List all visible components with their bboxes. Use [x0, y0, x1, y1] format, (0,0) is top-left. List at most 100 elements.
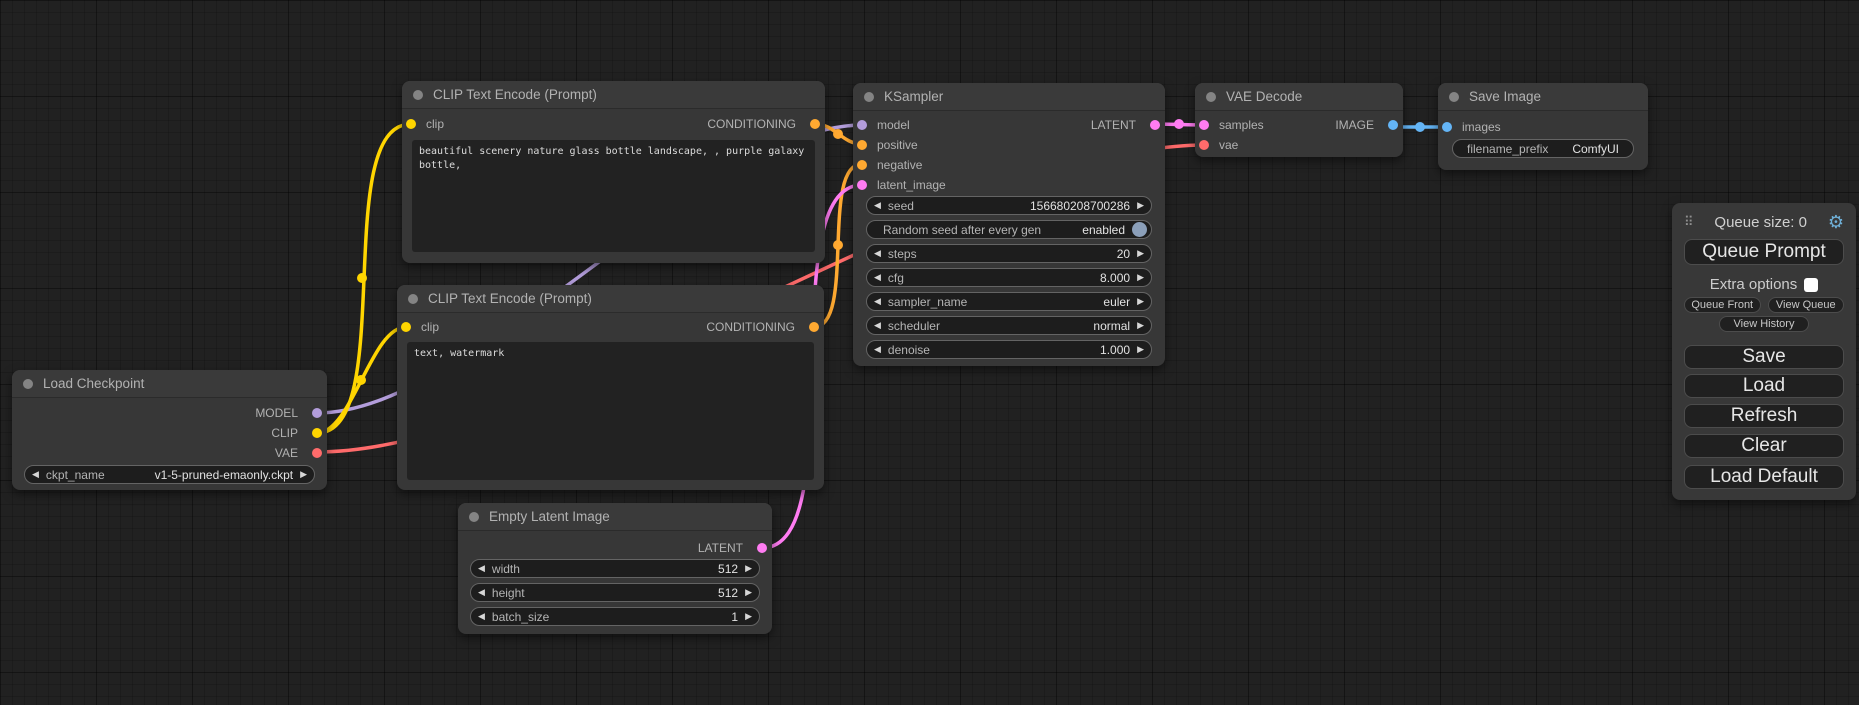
decrement-arrow-icon[interactable]: ◀ [874, 273, 881, 282]
collapse-icon[interactable] [413, 90, 423, 100]
decrement-arrow-icon[interactable]: ◀ [874, 297, 881, 306]
widget-label: filename_prefix [1467, 142, 1548, 156]
latent-output-slot[interactable] [1150, 120, 1160, 130]
decrement-arrow-icon[interactable]: ◀ [478, 612, 485, 621]
node-title-bar[interactable]: Load Checkpoint [12, 370, 327, 398]
sampler-name-widget[interactable]: ◀ sampler_name euler ▶ [866, 292, 1152, 311]
clip-input-slot[interactable] [406, 119, 416, 129]
refresh-button[interactable]: Refresh [1684, 404, 1844, 428]
node-empty-latent-image[interactable]: Empty Latent Image LATENT ◀ width 512 ▶ … [458, 503, 772, 634]
negative-prompt-textarea[interactable]: text, watermark [407, 342, 814, 480]
increment-arrow-icon[interactable]: ▶ [745, 612, 752, 621]
increment-arrow-icon[interactable]: ▶ [1137, 201, 1144, 210]
conditioning-output-slot[interactable] [809, 322, 819, 332]
clip-input-slot[interactable] [401, 322, 411, 332]
positive-input-slot[interactable] [857, 140, 867, 150]
slot-row: vae [1195, 135, 1403, 155]
drag-handle-icon[interactable]: ⠿ [1684, 214, 1694, 230]
increment-arrow-icon[interactable]: ▶ [300, 470, 307, 479]
node-title: VAE Decode [1226, 89, 1302, 104]
widget-value: enabled [1082, 223, 1125, 237]
node-title: Empty Latent Image [489, 509, 610, 524]
increment-arrow-icon[interactable]: ▶ [1137, 297, 1144, 306]
node-title: KSampler [884, 89, 943, 104]
clip-output-slot[interactable] [312, 428, 322, 438]
save-button[interactable]: Save [1684, 345, 1844, 369]
denoise-widget[interactable]: ◀ denoise 1.000 ▶ [866, 340, 1152, 359]
increment-arrow-icon[interactable]: ▶ [1137, 321, 1144, 330]
node-load-checkpoint[interactable]: Load Checkpoint MODEL CLIP VAE ◀ ckpt_na… [12, 370, 327, 490]
seed-widget[interactable]: ◀ seed 156680208700286 ▶ [866, 196, 1152, 215]
vae-input-slot[interactable] [1199, 140, 1209, 150]
increment-arrow-icon[interactable]: ▶ [1137, 249, 1144, 258]
images-input-slot[interactable] [1442, 122, 1452, 132]
filename-prefix-widget[interactable]: filename_prefix ComfyUI [1452, 139, 1634, 158]
collapse-icon[interactable] [408, 294, 418, 304]
collapse-icon[interactable] [23, 379, 33, 389]
node-clip-text-encode-negative[interactable]: CLIP Text Encode (Prompt) clip CONDITION… [397, 285, 824, 490]
widget-value: 1.000 [1100, 343, 1130, 357]
node-title-bar[interactable]: CLIP Text Encode (Prompt) [397, 285, 824, 313]
vae-output-slot[interactable] [312, 448, 322, 458]
node-vae-decode[interactable]: VAE Decode samples IMAGE vae [1195, 83, 1403, 157]
view-history-button[interactable]: View History [1719, 316, 1809, 332]
node-title-bar[interactable]: Save Image [1438, 83, 1648, 111]
view-queue-button[interactable]: View Queue [1768, 297, 1845, 313]
node-title-bar[interactable]: Empty Latent Image [458, 503, 772, 531]
load-button[interactable]: Load [1684, 374, 1844, 398]
random-seed-widget[interactable]: Random seed after every gen enabled [866, 220, 1152, 239]
model-input-slot[interactable] [857, 120, 867, 130]
link-midpoint-dot [356, 375, 366, 385]
node-save-image[interactable]: Save Image images filename_prefix ComfyU… [1438, 83, 1648, 170]
gear-icon[interactable]: ⚙ [1828, 213, 1844, 231]
conditioning-output-slot[interactable] [810, 119, 820, 129]
cfg-widget[interactable]: ◀ cfg 8.000 ▶ [866, 268, 1152, 287]
increment-arrow-icon[interactable]: ▶ [1137, 345, 1144, 354]
node-title-bar[interactable]: VAE Decode [1195, 83, 1403, 111]
scheduler-widget[interactable]: ◀ scheduler normal ▶ [866, 316, 1152, 335]
steps-widget[interactable]: ◀ steps 20 ▶ [866, 244, 1152, 263]
clear-button[interactable]: Clear [1684, 434, 1844, 458]
decrement-arrow-icon[interactable]: ◀ [478, 588, 485, 597]
latent-output-slot[interactable] [757, 543, 767, 553]
node-clip-text-encode-positive[interactable]: CLIP Text Encode (Prompt) clip CONDITION… [402, 81, 825, 263]
width-widget[interactable]: ◀ width 512 ▶ [470, 559, 760, 578]
increment-arrow-icon[interactable]: ▶ [745, 588, 752, 597]
batch-size-widget[interactable]: ◀ batch_size 1 ▶ [470, 607, 760, 626]
image-output-slot[interactable] [1388, 120, 1398, 130]
negative-input-slot[interactable] [857, 160, 867, 170]
queue-front-button[interactable]: Queue Front [1684, 297, 1761, 313]
collapse-icon[interactable] [864, 92, 874, 102]
collapse-icon[interactable] [1449, 92, 1459, 102]
increment-arrow-icon[interactable]: ▶ [1137, 273, 1144, 282]
collapse-icon[interactable] [1206, 92, 1216, 102]
positive-prompt-textarea[interactable]: beautiful scenery nature glass bottle la… [412, 140, 815, 252]
model-output-slot[interactable] [312, 408, 322, 418]
samples-input-slot[interactable] [1199, 120, 1209, 130]
height-widget[interactable]: ◀ height 512 ▶ [470, 583, 760, 602]
toggle-icon[interactable] [1132, 222, 1147, 237]
node-title-bar[interactable]: CLIP Text Encode (Prompt) [402, 81, 825, 109]
node-ksampler[interactable]: KSampler model LATENT positive negative … [853, 83, 1165, 366]
collapse-icon[interactable] [469, 512, 479, 522]
increment-arrow-icon[interactable]: ▶ [745, 564, 752, 573]
ckpt-name-widget[interactable]: ◀ ckpt_name v1-5-pruned-emaonly.ckpt ▶ [24, 465, 315, 484]
latent-image-input-slot[interactable] [857, 180, 867, 190]
decrement-arrow-icon[interactable]: ◀ [874, 201, 881, 210]
decrement-arrow-icon[interactable]: ◀ [32, 470, 39, 479]
widget-value: 156680208700286 [1030, 199, 1130, 213]
node-title-bar[interactable]: KSampler [853, 83, 1165, 111]
decrement-arrow-icon[interactable]: ◀ [874, 321, 881, 330]
decrement-arrow-icon[interactable]: ◀ [874, 345, 881, 354]
decrement-arrow-icon[interactable]: ◀ [874, 249, 881, 258]
queue-prompt-button[interactable]: Queue Prompt [1684, 239, 1844, 265]
widget-value: normal [1093, 319, 1130, 333]
model-input-label: model [877, 118, 910, 132]
decrement-arrow-icon[interactable]: ◀ [478, 564, 485, 573]
load-default-button[interactable]: Load Default [1684, 465, 1844, 489]
latent-image-input-label: latent_image [877, 178, 946, 192]
widget-label: height [492, 586, 525, 600]
slot-row: clip CONDITIONING [402, 114, 825, 134]
workflow-canvas[interactable]: Load Checkpoint MODEL CLIP VAE ◀ ckpt_na… [0, 0, 1859, 705]
extra-options-checkbox[interactable] [1804, 278, 1818, 292]
